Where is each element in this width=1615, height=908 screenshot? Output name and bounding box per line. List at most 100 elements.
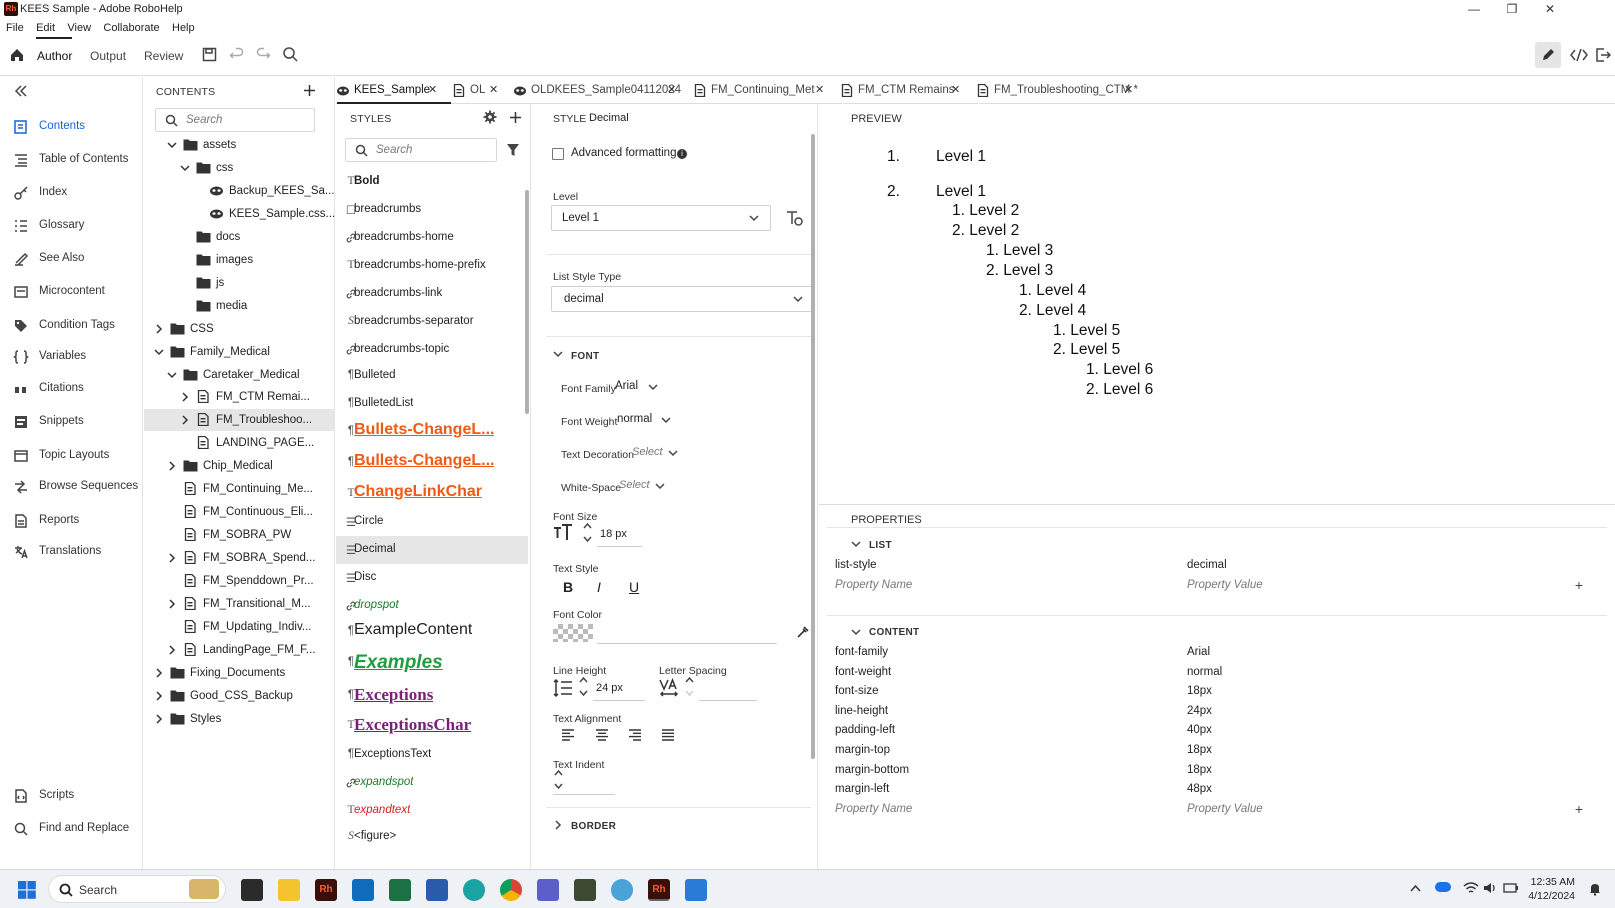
chevron-right-icon[interactable] — [180, 415, 190, 425]
export-icon[interactable] — [1595, 47, 1611, 63]
nav-variables[interactable]: Variables — [0, 344, 142, 370]
chevron-right-icon[interactable] — [167, 461, 177, 471]
white-space-select[interactable]: Select — [619, 478, 669, 496]
close-tab-icon[interactable]: ✕ — [489, 83, 498, 96]
styles-scrollbar[interactable] — [525, 190, 529, 414]
robohelp-taskbar-icon[interactable]: Rh — [315, 879, 337, 901]
document-tab[interactable]: OL ✕ — [452, 77, 503, 104]
nav-table-of-contents[interactable]: Table of Contents — [0, 147, 142, 173]
home-icon[interactable] — [9, 47, 25, 63]
style-item[interactable]: Sbreadcrumbs-separator — [336, 308, 528, 336]
tree-item[interactable]: Backup_KEES_Sa... — [144, 180, 334, 202]
tree-item[interactable]: Fixing_Documents — [144, 662, 334, 684]
document-tab[interactable]: FM_Continuing_Met ✕ — [693, 77, 829, 104]
menu-view[interactable]: View — [67, 22, 91, 34]
outlook-icon[interactable] — [352, 879, 374, 901]
spell-check-icon[interactable] — [282, 46, 299, 63]
close-tab-icon[interactable]: ✕ — [951, 83, 960, 96]
onedrive-icon[interactable] — [1435, 882, 1451, 892]
list-section-header[interactable]: LIST — [869, 540, 892, 551]
nav-browse-sequences[interactable]: Browse Sequences — [0, 474, 142, 500]
style-item[interactable]: ¶ ExceptionsText — [336, 741, 528, 769]
chevron-right-icon[interactable] — [154, 691, 164, 701]
line-height-value[interactable]: 24 px — [596, 682, 623, 694]
property-row[interactable]: margin-top 18px — [827, 741, 1587, 761]
close-tab-icon[interactable]: ✕ — [428, 83, 437, 96]
tree-item[interactable]: Styles — [144, 708, 334, 730]
nav-glossary[interactable]: Glossary — [0, 213, 142, 239]
property-row[interactable]: line-height 24px — [827, 702, 1587, 722]
chevron-right-icon[interactable] — [555, 820, 562, 830]
tree-item[interactable]: LANDING_PAGE... — [144, 432, 334, 454]
mode-tab-output[interactable]: Output — [90, 49, 126, 63]
tree-item[interactable]: Caretaker_Medical — [144, 364, 334, 386]
property-row[interactable]: font-size 18px — [827, 682, 1587, 702]
tree-item[interactable]: FM_Troubleshoo... — [144, 409, 334, 432]
tree-item[interactable]: FM_Spenddown_Pr... — [144, 570, 334, 592]
align-right-icon[interactable] — [628, 729, 642, 741]
nav-snippets[interactable]: Snippets — [0, 409, 142, 435]
style-item[interactable]: T ChangeLinkChar — [336, 480, 528, 508]
close-tab-icon[interactable]: ✕ — [815, 83, 824, 96]
style-item[interactable]: ☰ Decimal — [336, 536, 528, 564]
chevron-down-icon[interactable] — [851, 541, 861, 548]
nav-contents[interactable]: Contents — [0, 114, 142, 140]
document-tab[interactable]: OLDKEES_Sample04112024 ✕ — [513, 77, 681, 104]
font-size-stepper[interactable] — [583, 522, 592, 544]
style-item[interactable]: expandspot — [336, 769, 528, 797]
align-left-icon[interactable] — [561, 729, 575, 741]
chevron-down-icon[interactable] — [154, 347, 164, 357]
chevron-down-icon[interactable] — [180, 163, 190, 173]
style-item[interactable]: Tbreadcrumbs-home-prefix — [336, 252, 528, 280]
gear-icon[interactable] — [483, 110, 497, 124]
network-app-icon[interactable] — [611, 879, 633, 901]
style-item[interactable]: breadcrumbs-link — [336, 280, 528, 308]
add-property-icon[interactable]: + — [1575, 577, 1583, 593]
chevron-right-icon[interactable] — [154, 714, 164, 724]
terminal-app-icon[interactable] — [574, 879, 596, 901]
font-color-swatch[interactable] — [553, 624, 593, 642]
tree-item[interactable]: FM_Updating_Indiv... — [144, 616, 334, 638]
chevron-up-icon[interactable] — [1410, 884, 1421, 892]
taskbar-search-box[interactable]: Search — [48, 875, 226, 903]
tree-item[interactable]: FM_SOBRA_Spend... — [144, 547, 334, 569]
tree-item[interactable]: Family_Medical — [144, 341, 334, 363]
underline-button[interactable]: U — [629, 579, 639, 595]
property-row[interactable]: margin-bottom 18px — [827, 761, 1587, 781]
tree-item[interactable]: Chip_Medical — [144, 455, 334, 477]
edge-icon[interactable] — [463, 879, 485, 901]
line-height-stepper[interactable] — [579, 676, 588, 698]
font-section-header[interactable]: FONT — [571, 351, 599, 362]
chevron-down-icon[interactable] — [851, 629, 861, 636]
italic-button[interactable]: I — [597, 579, 601, 595]
font-size-value[interactable]: 18 px — [600, 528, 627, 540]
bold-button[interactable]: B — [563, 579, 573, 595]
nav-microcontent[interactable]: Microcontent — [0, 279, 142, 305]
maximize-button[interactable]: ❐ — [1493, 0, 1531, 20]
property-name-input[interactable]: Property Name — [835, 579, 912, 591]
style-item[interactable]: ¶ ExampleContent — [336, 618, 528, 646]
document-tab[interactable]: KEES_Sample ✕ — [336, 77, 442, 104]
contents-search-input[interactable]: Search — [155, 108, 315, 132]
notification-bell-icon[interactable] — [1589, 882, 1601, 896]
add-content-icon[interactable] — [303, 84, 316, 97]
tree-item[interactable]: CSS — [144, 318, 334, 340]
tree-item[interactable]: Good_CSS_Backup — [144, 685, 334, 707]
close-tab-icon[interactable]: ✕ — [1124, 83, 1133, 96]
word-icon[interactable] — [426, 879, 448, 901]
new-property-row[interactable]: Property Name Property Value + — [827, 800, 1587, 820]
letter-spacing-stepper[interactable] — [685, 676, 694, 698]
clock-date[interactable]: 4/12/2024 — [1521, 890, 1575, 902]
tree-item[interactable]: FM_CTM Remai... — [144, 386, 334, 408]
document-tab[interactable]: FM_CTM Remains ✕ — [840, 77, 965, 104]
file-explorer-icon[interactable] — [278, 879, 300, 901]
text-decoration-select[interactable]: Select — [632, 445, 682, 463]
add-property-icon[interactable]: + — [1575, 801, 1583, 817]
eyedropper-icon[interactable] — [796, 625, 810, 639]
nav-topic-layouts[interactable]: Topic Layouts — [0, 443, 142, 469]
chevron-down-icon[interactable] — [167, 370, 177, 380]
style-item[interactable]: ¶ Exceptions — [336, 682, 528, 710]
style-item[interactable]: T Bold — [336, 168, 528, 196]
style-item[interactable]: Texpandtext — [336, 797, 528, 825]
tree-item[interactable]: FM_SOBRA_PW — [144, 524, 334, 546]
